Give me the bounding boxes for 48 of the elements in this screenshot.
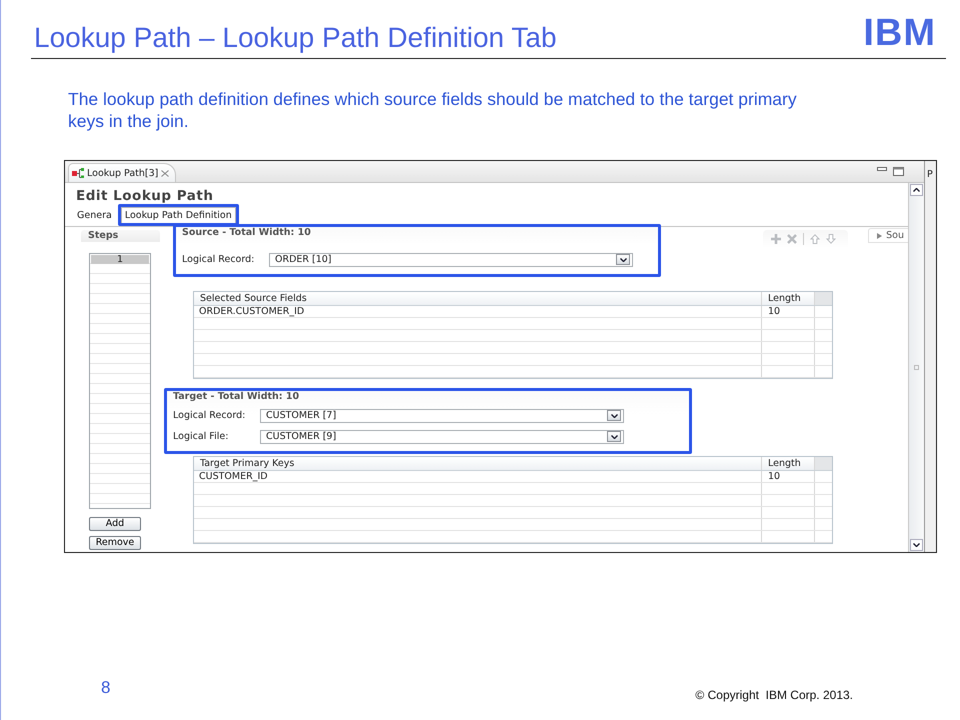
triangle-right-icon	[877, 232, 882, 238]
page-number: 8	[101, 678, 110, 698]
chevron-down-icon	[610, 414, 618, 418]
chevron-up-icon	[913, 188, 920, 192]
dropdown-field[interactable]: CUSTOMER [7]	[260, 408, 624, 422]
remove-button[interactable]: Remove	[89, 536, 141, 550]
maximize-icon	[893, 167, 904, 176]
dropdown-field[interactable]: CUSTOMER [9]	[260, 430, 624, 444]
scrollbar[interactable]	[908, 183, 924, 552]
dropdown-field[interactable]: ORDER [10]	[269, 252, 633, 266]
add-button[interactable]: Add	[89, 517, 141, 531]
field-value: CUSTOMER [7]	[266, 410, 338, 421]
editor-heading: Edit Lookup Path	[75, 187, 214, 204]
ibm-logo: IBM	[863, 16, 936, 50]
dropdown-button[interactable]	[607, 410, 621, 421]
table-cell-text: CUSTOMER_ID	[198, 471, 269, 482]
panel-header: Steps	[81, 230, 160, 242]
table-cell-text: ORDER.CUSTOMER_ID	[198, 306, 306, 317]
table-cell: 10	[761, 306, 814, 317]
description-text: The lookup path definition defines which source fields should be matched to the target primary keys in the join.	[68, 88, 798, 132]
page-tab[interactable]: Genera	[74, 208, 115, 223]
field-value: CUSTOMER [9]	[266, 431, 338, 442]
dropdown-button[interactable]	[616, 254, 630, 265]
section-title: Source - Total Width: 10	[182, 227, 312, 240]
panel-label: Sou	[886, 230, 904, 241]
tab-label: Lookup Path[3]	[87, 168, 158, 178]
chevron-down-icon	[620, 258, 626, 262]
close-icon	[161, 170, 170, 176]
field-label: Logical Record:	[182, 254, 256, 265]
chevron-down-icon	[913, 543, 920, 547]
field-value: ORDER [10]	[275, 254, 333, 265]
chevron-down-icon	[610, 434, 618, 438]
grip-icon	[914, 365, 919, 370]
diagram-icon	[72, 168, 84, 178]
page-tab[interactable]: Lookup Path Definition	[120, 207, 236, 223]
slide-title: Lookup Path – Lookup Path Definition Tab	[34, 22, 557, 54]
editor-tab[interactable]: Lookup Path[3]	[68, 163, 176, 182]
dropdown-button[interactable]	[607, 431, 621, 442]
minimize-icon	[877, 167, 887, 172]
section-title: Target - Total Width: 10	[173, 391, 300, 404]
column-header: Target Primary Keys	[199, 457, 296, 470]
table-cell: 10	[761, 471, 814, 482]
strip-label: P	[927, 168, 934, 182]
copyright-text: © Copyright IBM Corp. 2013.	[695, 688, 853, 702]
list-item[interactable]: 1	[91, 255, 149, 264]
column-header: Selected Source Fields	[199, 292, 308, 305]
field-label: Logical Record:	[173, 410, 246, 421]
field-label: Logical File:	[173, 431, 230, 442]
